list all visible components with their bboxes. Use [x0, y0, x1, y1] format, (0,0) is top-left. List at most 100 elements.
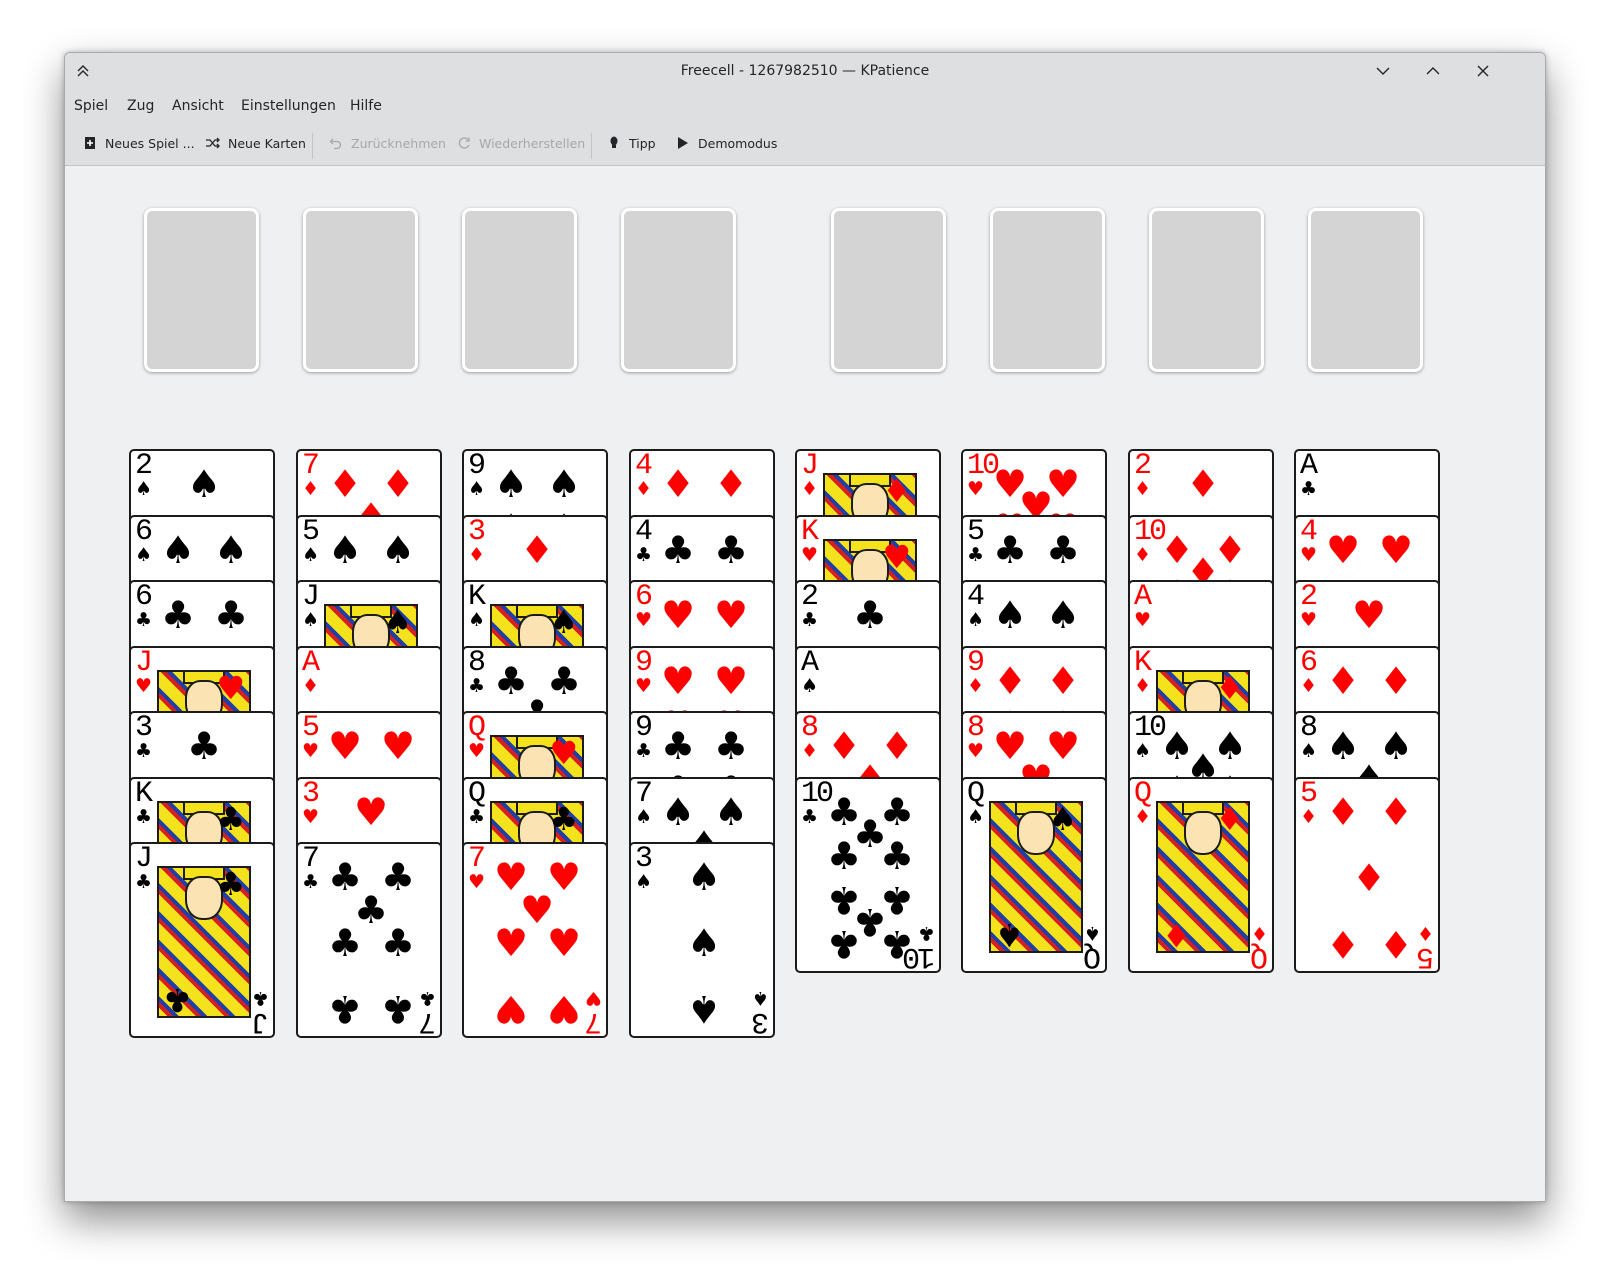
card-rank: A [302, 645, 320, 680]
card-pip-icon: ♦ [660, 462, 696, 506]
card-pip-icon: ♠ [160, 527, 196, 572]
menu-spiel[interactable]: Spiel [74, 93, 108, 119]
undo-button[interactable]: Zurücknehmen [327, 129, 446, 157]
new-game-button[interactable]: Neues Spiel ... [81, 129, 195, 157]
card-suit-icon: ♥ [967, 478, 985, 500]
menu-hilfe[interactable]: Hilfe [350, 93, 382, 119]
card-suit-icon: ♣ [302, 871, 320, 893]
chevron-down-icon[interactable] [1371, 59, 1395, 83]
card-pip-icon: ♦ [1378, 658, 1414, 703]
card-rank: 2 [801, 580, 819, 614]
face-suit-icon: ♦ [1162, 915, 1191, 954]
free-cell-3[interactable] [462, 208, 577, 372]
card-suit-icon: ♠ [468, 609, 486, 631]
foundation-1[interactable] [831, 208, 946, 372]
playing-card[interactable]: 5 ♦ ♦ ♦ ♦ ♦ ♦ 5 ♦ [1294, 776, 1440, 973]
foundation-2[interactable] [990, 208, 1105, 372]
card-suit-icon: ♦ [801, 478, 819, 500]
card-pip-icon: ♥ [1325, 527, 1361, 572]
card-rank: J [801, 449, 819, 483]
face-suit-icon: ♠ [383, 603, 412, 641]
card-pip-icon: ♠ [686, 921, 722, 965]
free-cell-1[interactable] [144, 208, 259, 372]
kpatience-window: Freecell - 1267982510 — KPatience Spiel … [64, 52, 1546, 1202]
card-pip-icon: ♠ [186, 462, 222, 506]
card-pip-icon: ♥ [713, 593, 749, 637]
hint-button[interactable]: Tipp [605, 129, 656, 157]
card-suit-icon: ♣ [801, 805, 819, 828]
card-rank-bottom: 7 [586, 1004, 602, 1038]
toolbar-separator [591, 133, 592, 159]
card-rank-bottom: J [253, 1004, 269, 1038]
card-pip-icon: ♦ [992, 658, 1028, 703]
card-rank: 8 [967, 711, 985, 745]
card-suit-icon: ♠ [1134, 740, 1152, 762]
new-cards-button[interactable]: Neue Karten [204, 129, 306, 157]
card-rank: K [801, 514, 819, 549]
card-pip-icon: ♠ [992, 593, 1028, 637]
playing-card[interactable]: 7 ♥ ♥ ♥ ♥ ♥ ♥ ♥ ♥ 7 ♥ [462, 842, 608, 1038]
card-suit-icon: ♥ [302, 740, 320, 762]
demo-button[interactable]: Demomodus [674, 129, 777, 157]
card-pip-icon: ♦ [519, 527, 555, 572]
card-rank: 4 [635, 514, 653, 549]
card-suit-icon: ♠ [967, 805, 985, 828]
close-icon[interactable] [1471, 59, 1495, 83]
card-rank: 5 [302, 514, 320, 549]
card-rank: 3 [135, 711, 153, 745]
card-suit-icon: ♣ [251, 987, 269, 1009]
card-pip-icon: ♣ [713, 724, 749, 768]
playing-card[interactable]: J ♣ ♣ ♣ J ♣ [129, 842, 275, 1038]
card-rank-bottom: Q [1085, 938, 1101, 973]
undo-label: Zurücknehmen [351, 135, 446, 151]
card-rank: 8 [801, 711, 819, 745]
card-suit-icon: ♠ [135, 478, 153, 500]
card-pip-icon: ♥ [660, 593, 696, 637]
chevron-up-icon[interactable] [1421, 59, 1445, 83]
playing-card[interactable]: 7 ♣ ♣ ♣ ♣ ♣ ♣ ♣ ♣ 7 ♣ [296, 842, 442, 1038]
card-suit-icon: ♦ [1134, 543, 1152, 566]
titlebar[interactable]: Freecell - 1267982510 — KPatience [65, 53, 1545, 89]
card-pip-icon: ♣ [213, 593, 249, 637]
playing-card[interactable]: Q ♠ ♠ ♠ Q ♠ [961, 776, 1107, 973]
card-suit-icon: ♦ [1134, 674, 1152, 697]
playing-card[interactable]: Q ♦ ♦ ♦ Q ♦ [1128, 776, 1274, 973]
toolbar-separator [312, 133, 313, 159]
undo-icon [327, 134, 345, 152]
playing-card[interactable]: 10 ♣ ♣ ♣ ♣ ♣ ♣ ♣ ♣ ♣ ♣ ♣ 10 ♣ [795, 776, 941, 973]
card-rank: 7 [302, 449, 320, 483]
free-cell-2[interactable] [303, 208, 418, 372]
card-pip-icon: ♥ [493, 987, 529, 1031]
card-rank: 3 [468, 514, 486, 549]
card-rank: 2 [1134, 449, 1152, 483]
redo-label: Wiederherstellen [479, 135, 586, 151]
card-rank: 2 [135, 449, 153, 483]
face-suit-icon: ♠ [1048, 799, 1077, 838]
card-suit-icon: ♥ [1134, 609, 1152, 631]
menu-zug[interactable]: Zug [127, 93, 154, 119]
card-pip-icon: ♣ [1045, 527, 1081, 572]
free-cell-4[interactable] [621, 208, 736, 372]
playing-card[interactable]: 3 ♠ ♠ ♠ ♠ 3 ♠ [629, 842, 775, 1038]
card-rank: 6 [135, 514, 153, 549]
foundation-4[interactable] [1308, 208, 1423, 372]
card-pip-icon: ♥ [1351, 593, 1387, 637]
card-suit-icon: ♠ [302, 543, 320, 566]
menu-ansicht[interactable]: Ansicht [172, 93, 224, 119]
card-rank: 9 [468, 449, 486, 483]
card-suit-icon: ♥ [584, 987, 602, 1009]
foundation-3[interactable] [1149, 208, 1264, 372]
card-suit-icon: ♣ [468, 805, 486, 828]
card-pip-icon: ♥ [327, 724, 363, 768]
card-suit-icon: ♣ [418, 987, 436, 1009]
redo-button[interactable]: Wiederherstellen [455, 129, 585, 157]
court-figure-icon: ♠♠ [989, 799, 1083, 954]
card-pip-icon: ♦ [1351, 855, 1387, 900]
card-suit-icon: ♥ [635, 674, 653, 697]
card-pip-icon: ♥ [713, 658, 749, 703]
face-suit-icon: ♣ [216, 865, 245, 903]
card-suit-icon: ♣ [1300, 478, 1318, 500]
menu-einstellungen[interactable]: Einstellungen [241, 93, 336, 119]
card-pip-icon: ♠ [546, 462, 582, 506]
face-suit-icon: ♦ [882, 472, 911, 510]
